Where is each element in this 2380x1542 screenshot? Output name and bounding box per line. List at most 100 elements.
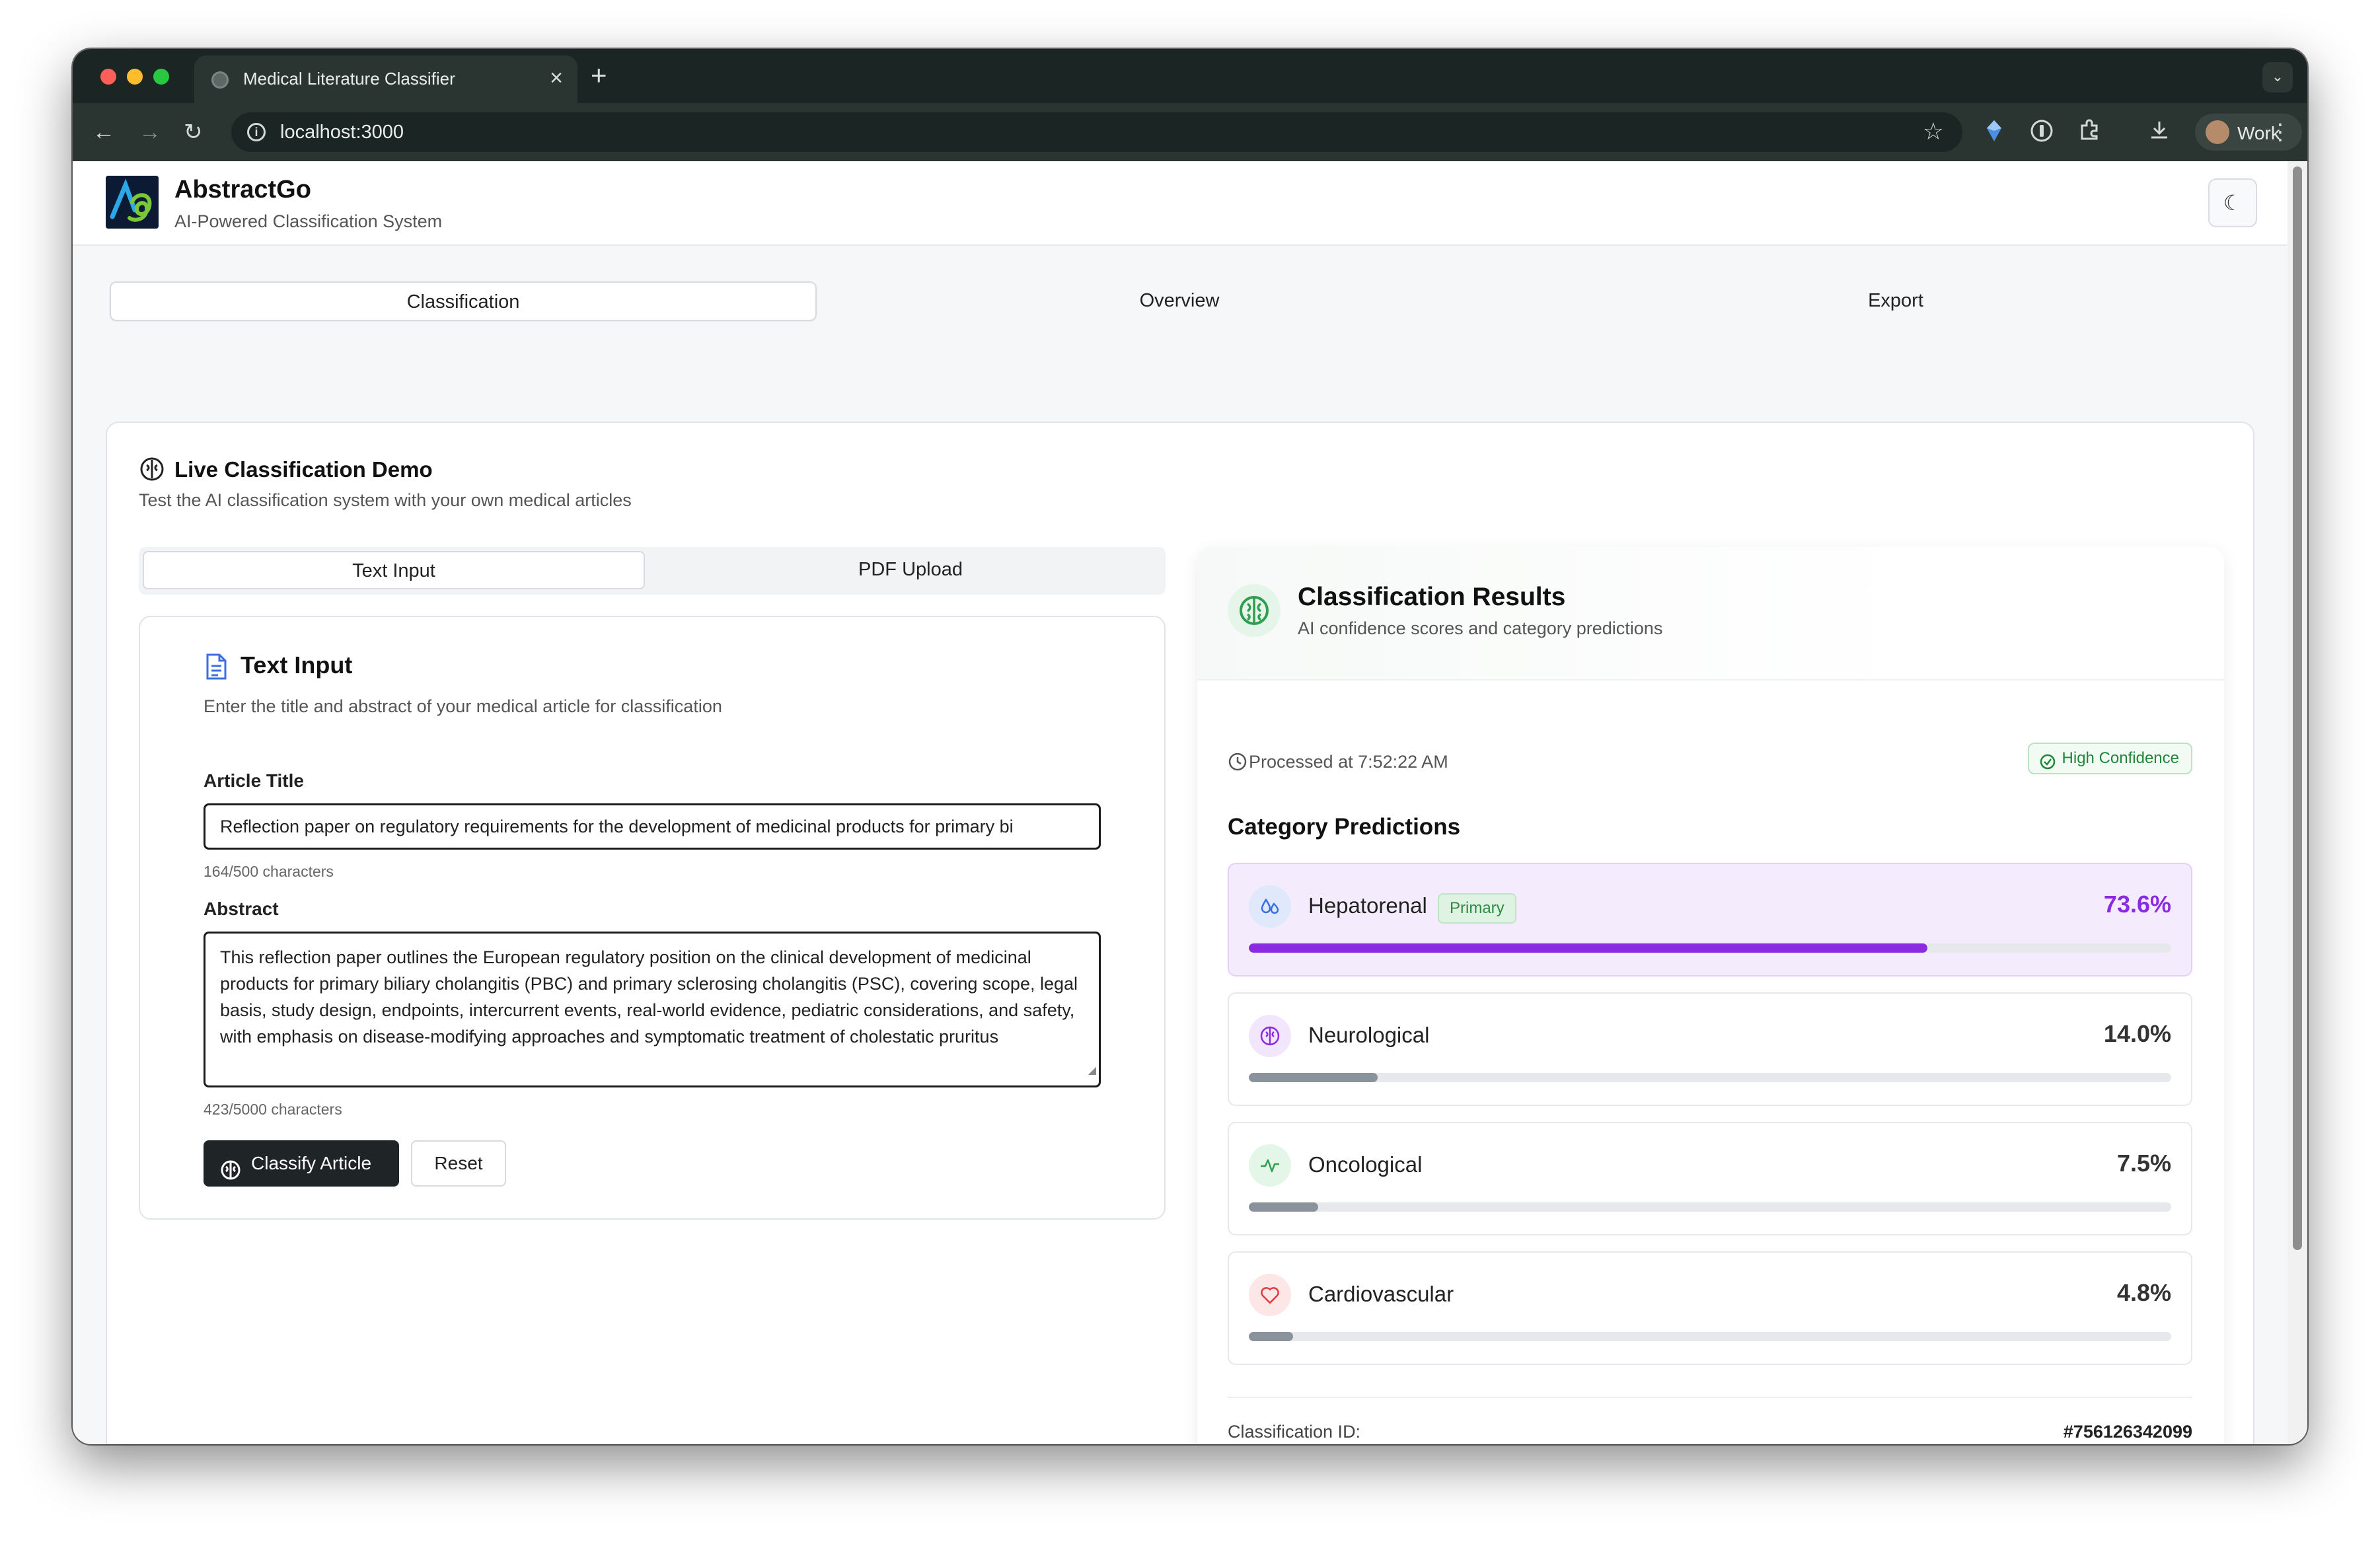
- extensions-puzzle-icon[interactable]: [2076, 119, 2102, 145]
- input-mode-tabs: Text Input PDF Upload: [139, 547, 1166, 595]
- bookmark-star-icon[interactable]: ☆: [1923, 118, 1944, 145]
- classify-label: Classify Article: [251, 1153, 372, 1173]
- category-predictions-heading: Category Predictions: [1228, 814, 1461, 840]
- classification-results-card: Classification Results AI confidence sco…: [1197, 547, 2224, 1444]
- page-scrollbar[interactable]: [2287, 161, 2307, 1444]
- browser-tab[interactable]: Medical Literature Classifier ×: [194, 55, 577, 103]
- tab-classification[interactable]: Classification: [110, 281, 817, 321]
- prediction-percent: 14.0%: [2103, 1020, 2171, 1047]
- prediction-name: Oncological: [1308, 1152, 1423, 1177]
- classification-id-label: Classification ID:: [1228, 1422, 1361, 1442]
- prediction-card-hepatorenal[interactable]: Hepatorenal Primary 73.6%: [1228, 863, 2192, 976]
- prediction-progress-fill: [1249, 943, 1928, 953]
- main-tabs: Classification Overview Export: [106, 281, 2254, 324]
- text-input-title: Text Input: [241, 651, 353, 679]
- primary-badge: Primary: [1438, 893, 1516, 924]
- app-header: AbstractGo AI-Powered Classification Sys…: [73, 161, 2287, 246]
- brand-subtitle: AI-Powered Classification System: [174, 211, 443, 231]
- minimize-window-button[interactable]: [127, 69, 143, 85]
- prediction-name: Hepatorenal: [1308, 893, 1427, 918]
- abstractgo-logo: [106, 176, 159, 229]
- prediction-progress-track: [1249, 1073, 2171, 1082]
- theme-toggle-button[interactable]: ☾: [2208, 178, 2257, 227]
- droplets-icon: [1249, 885, 1291, 928]
- tab-title: Medical Literature Classifier: [243, 69, 455, 89]
- prediction-progress-track: [1249, 1332, 2171, 1341]
- classify-article-button[interactable]: Classify Article: [204, 1140, 399, 1187]
- reload-icon[interactable]: ↻: [184, 118, 203, 147]
- avatar: [2206, 120, 2229, 144]
- browser-toolbar: ← → ↻ i localhost:3000 ☆ Work ⋮: [73, 103, 2307, 161]
- brain-icon: [1228, 584, 1281, 637]
- check-circle-icon: [2040, 751, 2056, 780]
- prediction-percent: 7.5%: [2116, 1150, 2171, 1177]
- confidence-label: High Confidence: [2062, 749, 2179, 767]
- results-subtitle: AI confidence scores and category predic…: [1298, 618, 1663, 638]
- activity-icon: [1249, 1144, 1291, 1187]
- app-viewport: AbstractGo AI-Powered Classification Sys…: [73, 161, 2287, 1444]
- text-input-subtitle: Enter the title and abstract of your med…: [204, 696, 722, 716]
- results-header: Classification Results AI confidence sco…: [1197, 547, 2224, 680]
- prediction-progress-fill: [1249, 1332, 1293, 1341]
- extension-pin-icon[interactable]: [1981, 119, 2007, 145]
- prediction-percent: 4.8%: [2116, 1279, 2171, 1306]
- tab-export[interactable]: Export: [1542, 281, 2249, 321]
- close-tab-icon[interactable]: ×: [550, 65, 563, 91]
- globe-icon: [211, 71, 229, 89]
- back-arrow-icon[interactable]: ←: [93, 118, 115, 147]
- new-tab-icon[interactable]: +: [591, 59, 607, 91]
- prediction-card-oncological[interactable]: Oncological 7.5%: [1228, 1122, 2192, 1235]
- prediction-name: Cardiovascular: [1308, 1282, 1454, 1306]
- classification-id-value: #756126342099: [2063, 1422, 2192, 1442]
- article-title-input[interactable]: Reflection paper on regulatory requireme…: [204, 803, 1101, 850]
- demo-title: Live Classification Demo: [174, 457, 433, 482]
- results-title: Classification Results: [1298, 583, 1566, 611]
- prediction-name: Neurological: [1308, 1023, 1430, 1047]
- resize-handle-icon[interactable]: ◢: [1088, 1058, 1096, 1084]
- brand-title: AbstractGo: [174, 176, 311, 203]
- text-input-card: Text Input Enter the title and abstract …: [139, 616, 1166, 1220]
- download-icon[interactable]: [2146, 119, 2173, 145]
- close-window-button[interactable]: [100, 69, 116, 85]
- prediction-card-neurological[interactable]: Neurological 14.0%: [1228, 992, 2192, 1106]
- tab-strip: Medical Literature Classifier × + ⌄: [73, 49, 2307, 103]
- maximize-window-button[interactable]: [153, 69, 169, 85]
- tab-text-input[interactable]: Text Input: [143, 551, 645, 589]
- document-icon: [204, 653, 229, 684]
- processed-time: Processed at 7:52:22 AM: [1249, 752, 1448, 772]
- forward-arrow-icon[interactable]: →: [139, 118, 161, 147]
- tab-pdf-upload[interactable]: PDF Upload: [659, 551, 1162, 589]
- brain-icon: [139, 456, 165, 486]
- prediction-percent: 73.6%: [2103, 891, 2171, 918]
- prediction-card-cardiovascular[interactable]: Cardiovascular 4.8%: [1228, 1251, 2192, 1365]
- demo-subtitle: Test the AI classification system with y…: [139, 490, 632, 510]
- abstract-label: Abstract: [204, 899, 279, 919]
- url-text: localhost:3000: [280, 122, 404, 143]
- abstract-char-count: 423/5000 characters: [204, 1101, 342, 1118]
- abstract-textarea[interactable]: This reflection paper outlines the Europ…: [204, 932, 1101, 1087]
- article-title-label: Article Title: [204, 770, 304, 791]
- browser-menu-icon[interactable]: ⋮: [2269, 118, 2291, 147]
- confidence-badge: High Confidence: [2027, 743, 2192, 774]
- tab-search-chevron-icon[interactable]: ⌄: [2262, 62, 2293, 92]
- prediction-progress-track: [1249, 943, 2171, 953]
- brain-icon: [1249, 1015, 1291, 1057]
- clock-icon: [1228, 752, 1247, 775]
- prediction-progress-track: [1249, 1202, 2171, 1212]
- password-manager-icon[interactable]: [2028, 119, 2055, 145]
- heart-icon: [1249, 1274, 1291, 1316]
- scrollbar-thumb[interactable]: [2293, 166, 2302, 1250]
- address-bar[interactable]: i localhost:3000 ☆: [231, 112, 1962, 152]
- reset-button[interactable]: Reset: [411, 1140, 506, 1187]
- brain-icon: [219, 1152, 242, 1198]
- live-demo-card: Live Classification Demo Test the AI cla…: [106, 422, 2254, 1444]
- tab-overview[interactable]: Overview: [826, 281, 1533, 321]
- classification-id-row: Classification ID: #756126342099: [1228, 1397, 2192, 1444]
- prediction-progress-fill: [1249, 1202, 1318, 1212]
- site-info-icon[interactable]: i: [247, 123, 266, 141]
- prediction-progress-fill: [1249, 1073, 1378, 1082]
- abstract-text: This reflection paper outlines the Europ…: [220, 947, 1078, 1046]
- moon-icon: ☾: [2223, 191, 2243, 215]
- title-char-count: 164/500 characters: [204, 863, 334, 880]
- browser-window: Medical Literature Classifier × + ⌄ ← → …: [73, 49, 2307, 1444]
